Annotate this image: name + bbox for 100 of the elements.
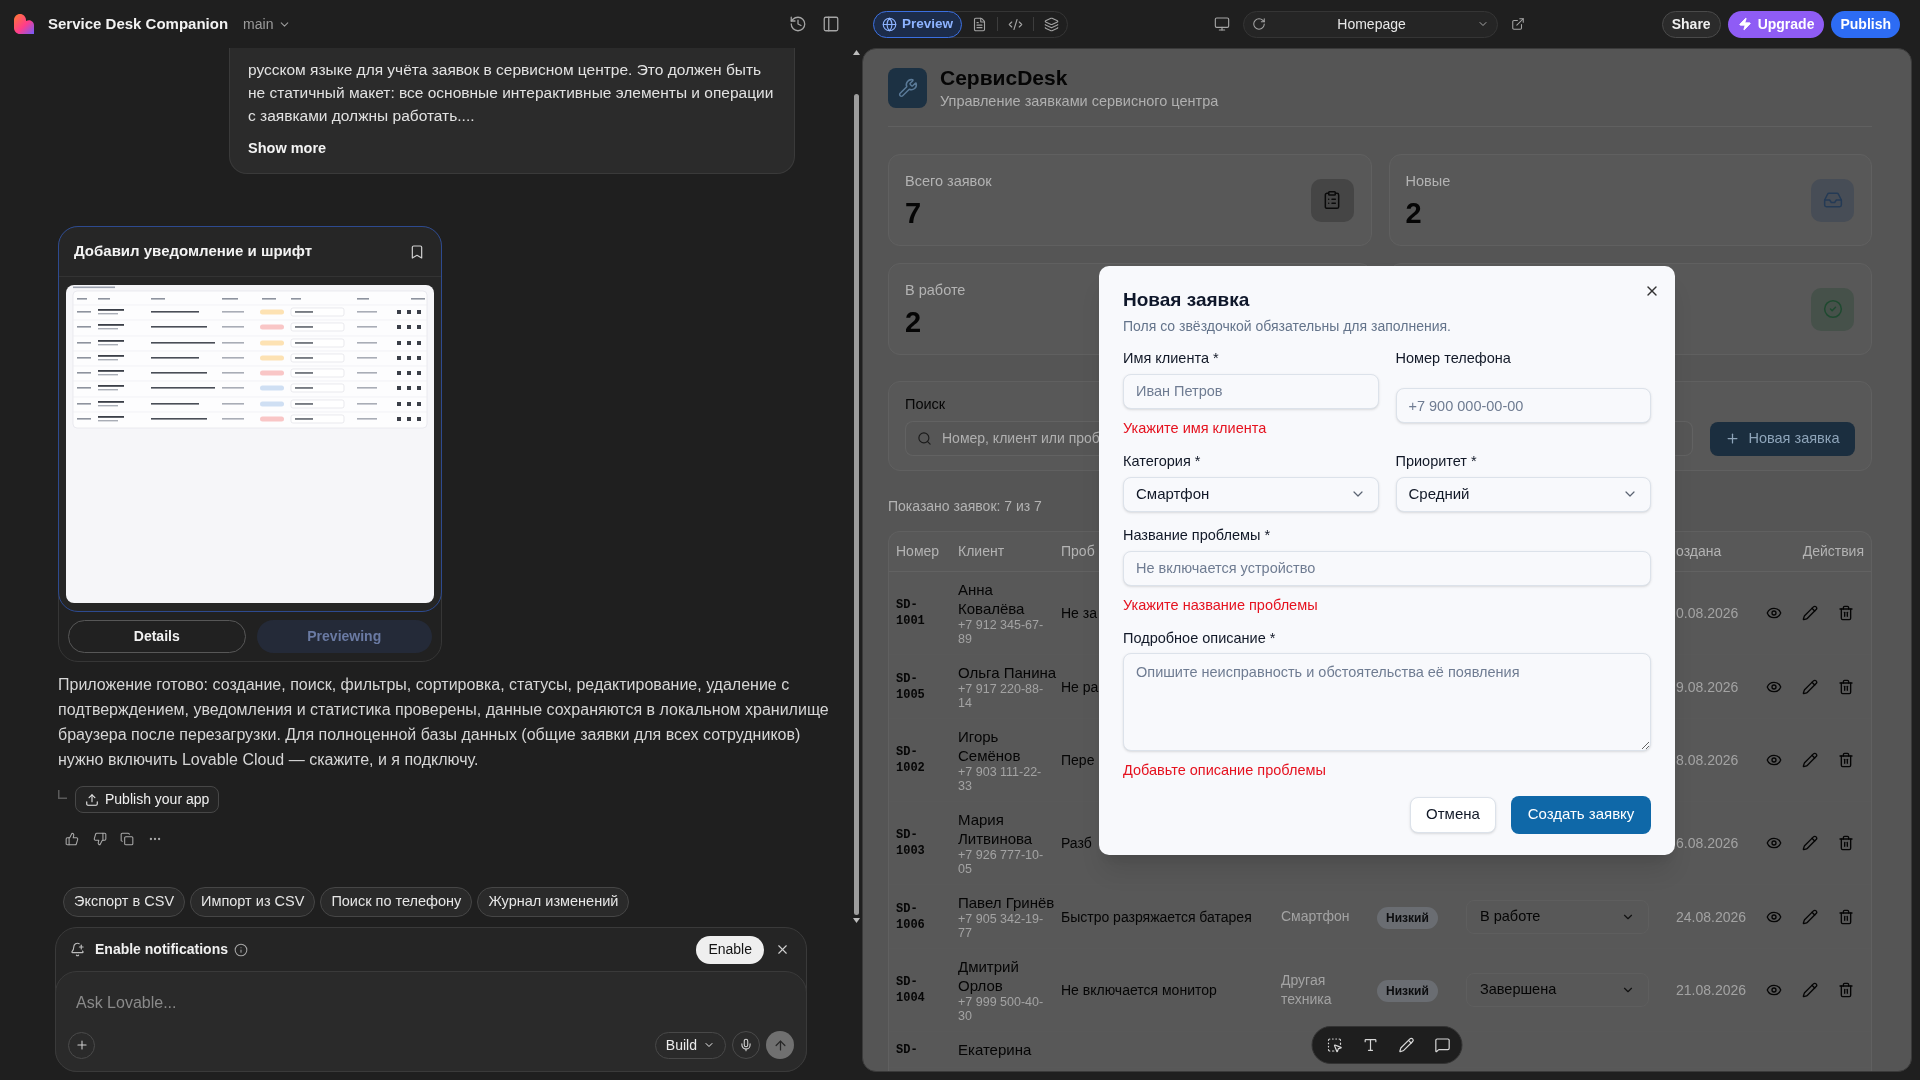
text-input[interactable]: +7 900 000-00-00 — [1395, 388, 1651, 423]
client-phone: +7 917 220-88-14 — [958, 682, 1045, 710]
trash-icon[interactable] — [1838, 752, 1854, 768]
eye-icon[interactable] — [1766, 752, 1782, 768]
text-input[interactable]: Иван Петров — [1123, 373, 1379, 409]
history-icon[interactable] — [789, 15, 807, 33]
globe-icon — [882, 16, 897, 32]
ticket-number: SD-1005 — [896, 670, 926, 703]
ticket-number: SD-1001 — [896, 597, 926, 629]
stat-value: 7 — [905, 195, 922, 230]
text-icon[interactable] — [1362, 1037, 1379, 1053]
client-phone: +7 905 342-19-77 — [958, 912, 1045, 940]
created-date: 9.08.2026 — [1676, 678, 1739, 695]
suggestion-chip[interactable]: Импорт из CSV — [190, 887, 316, 917]
send-button[interactable] — [766, 1031, 794, 1059]
layers-icon — [1044, 16, 1060, 32]
search-field[interactable]: Номер, клиент или проб — [905, 421, 1101, 456]
client-name: Павел Гринёв — [958, 893, 1055, 912]
client-name: Ольга Панина — [958, 663, 1057, 682]
microphone-icon — [739, 1038, 753, 1052]
refresh-icon[interactable] — [1252, 17, 1267, 31]
branch-dropdown[interactable]: main — [243, 13, 292, 35]
chat-bubble-icon[interactable] — [1434, 1037, 1451, 1053]
category-text: Другая техника — [1281, 971, 1333, 1009]
trash-icon[interactable] — [1838, 835, 1854, 851]
field-label: Название проблемы * — [1123, 525, 1271, 545]
preview-tab[interactable]: Preview — [873, 10, 963, 38]
publish-app-button[interactable]: Publish your app — [75, 786, 220, 813]
notification-title: Enable notifications — [95, 940, 228, 959]
new-request-button[interactable]: Новая заявка — [1710, 421, 1855, 456]
eye-icon[interactable] — [1766, 982, 1782, 998]
priority-badge: Низкий — [1377, 980, 1438, 1002]
info-icon[interactable] — [234, 942, 248, 957]
trash-icon[interactable] — [1838, 982, 1854, 998]
trash-icon[interactable] — [1838, 908, 1854, 925]
bookmark-icon[interactable] — [409, 243, 425, 260]
layers-tab[interactable] — [1044, 16, 1060, 32]
desktop-view-icon[interactable] — [1214, 16, 1231, 32]
thumbs-up-icon[interactable] — [65, 832, 79, 846]
app-subtitle: Управление заявками сервисного центра — [940, 91, 1219, 111]
text-input[interactable]: Не включается устройство — [1123, 550, 1651, 586]
created-date: 21.08.2026 — [1676, 982, 1747, 998]
scroll-up-arrow-icon[interactable] — [853, 50, 860, 55]
show-more-button[interactable]: Show more — [248, 137, 327, 159]
dropdown-select[interactable]: Смартфон — [1123, 476, 1379, 512]
dialog-description: Поля со звёздочкой обязательны для заполнения. — [1123, 316, 1451, 336]
cursor-select-icon[interactable] — [1326, 1037, 1343, 1053]
client-phone: +7 903 111-22-33 — [958, 765, 1043, 793]
files-tab[interactable] — [972, 16, 988, 32]
project-name: Service Desk Companion — [48, 13, 229, 34]
search-icon — [917, 431, 932, 446]
error-message: Добавьте описание проблемы — [1123, 760, 1326, 780]
ticket-number: SD-1004 — [896, 974, 926, 1006]
dropdown-select[interactable]: Средний — [1395, 476, 1651, 512]
client-phone: +7 926 777-10-05 — [958, 848, 1045, 876]
trash-icon[interactable] — [1838, 678, 1854, 695]
version-preview-panel[interactable]: Добавил уведомление и шрифт — [58, 226, 442, 612]
publish-button[interactable]: Publish — [1831, 10, 1900, 38]
external-link-icon[interactable] — [1511, 17, 1526, 31]
suggestion-chip[interactable]: Поиск по телефону — [320, 887, 473, 917]
upgrade-button[interactable]: Upgrade — [1727, 10, 1825, 38]
thumbs-down-icon[interactable] — [92, 832, 107, 846]
field-label: Категория * — [1123, 451, 1201, 471]
scrollbar-thumb[interactable] — [854, 94, 859, 915]
logo-icon — [14, 14, 34, 34]
created-date: 0.08.2026 — [1676, 605, 1739, 621]
inbox-icon — [1811, 178, 1854, 222]
search-label: Поиск — [905, 395, 946, 414]
chat-input[interactable]: Ask Lovable... — [68, 991, 794, 1015]
stat-value: 2 — [905, 304, 922, 339]
page-name: Homepage — [1336, 14, 1407, 34]
upload-icon — [85, 792, 99, 807]
ticket-number: SD- — [896, 1041, 919, 1058]
share-button[interactable]: Share — [1661, 10, 1721, 38]
elbow-connector-icon — [58, 790, 67, 799]
description-textarea[interactable]: Опишите неисправность и обстоятельства её появления — [1123, 652, 1651, 751]
suggestion-chip[interactable]: Экспорт в CSV — [63, 887, 186, 917]
cancel-button[interactable]: Отмена — [1410, 796, 1496, 833]
code-tab[interactable] — [1008, 16, 1024, 32]
create-request-button[interactable]: Создать заявку — [1511, 795, 1651, 834]
page-address-bar[interactable]: Homepage — [1243, 10, 1499, 38]
priority-badge: Низкий — [1377, 906, 1438, 929]
eye-icon[interactable] — [1766, 835, 1782, 851]
assistant-message: Приложение готово: создание, поиск, фильтры, сортировка, статусы, редактирование, удаление с подтверждением, уведомления и статистика проверены, данные сохраняются в локальном хранилище браузера после перезагрузки. Для полноценной базы данных (общие заявки для всех сотрудников) нужно включить Lovable Cloud — скажите, и я подключу. — [58, 675, 830, 770]
code-icon — [1008, 16, 1024, 32]
user-message-text: русском языке для учёта заявок в сервисном центре. Это должен быть не статичный макет: все основные интерактивные элементы и операции с заявками должны работать.... — [248, 60, 775, 126]
enable-button[interactable]: Enable — [696, 935, 764, 964]
field-label: Приоритет * — [1395, 451, 1477, 471]
sidebar-toggle-icon[interactable] — [822, 15, 840, 33]
suggestion-chip[interactable]: Журнал изменений — [477, 887, 630, 917]
client-name: Мария Литвинова — [958, 810, 1034, 848]
stat-label: В работе — [905, 280, 966, 300]
copy-icon[interactable] — [120, 832, 134, 846]
wrench-icon — [888, 67, 927, 108]
eye-icon[interactable] — [1766, 605, 1782, 621]
scroll-down-arrow-icon[interactable] — [853, 918, 860, 923]
error-message: Укажите название проблемы — [1123, 595, 1318, 615]
close-icon[interactable] — [775, 942, 790, 957]
trash-icon[interactable] — [1838, 605, 1854, 621]
field-label: Имя клиента * — [1123, 348, 1219, 368]
